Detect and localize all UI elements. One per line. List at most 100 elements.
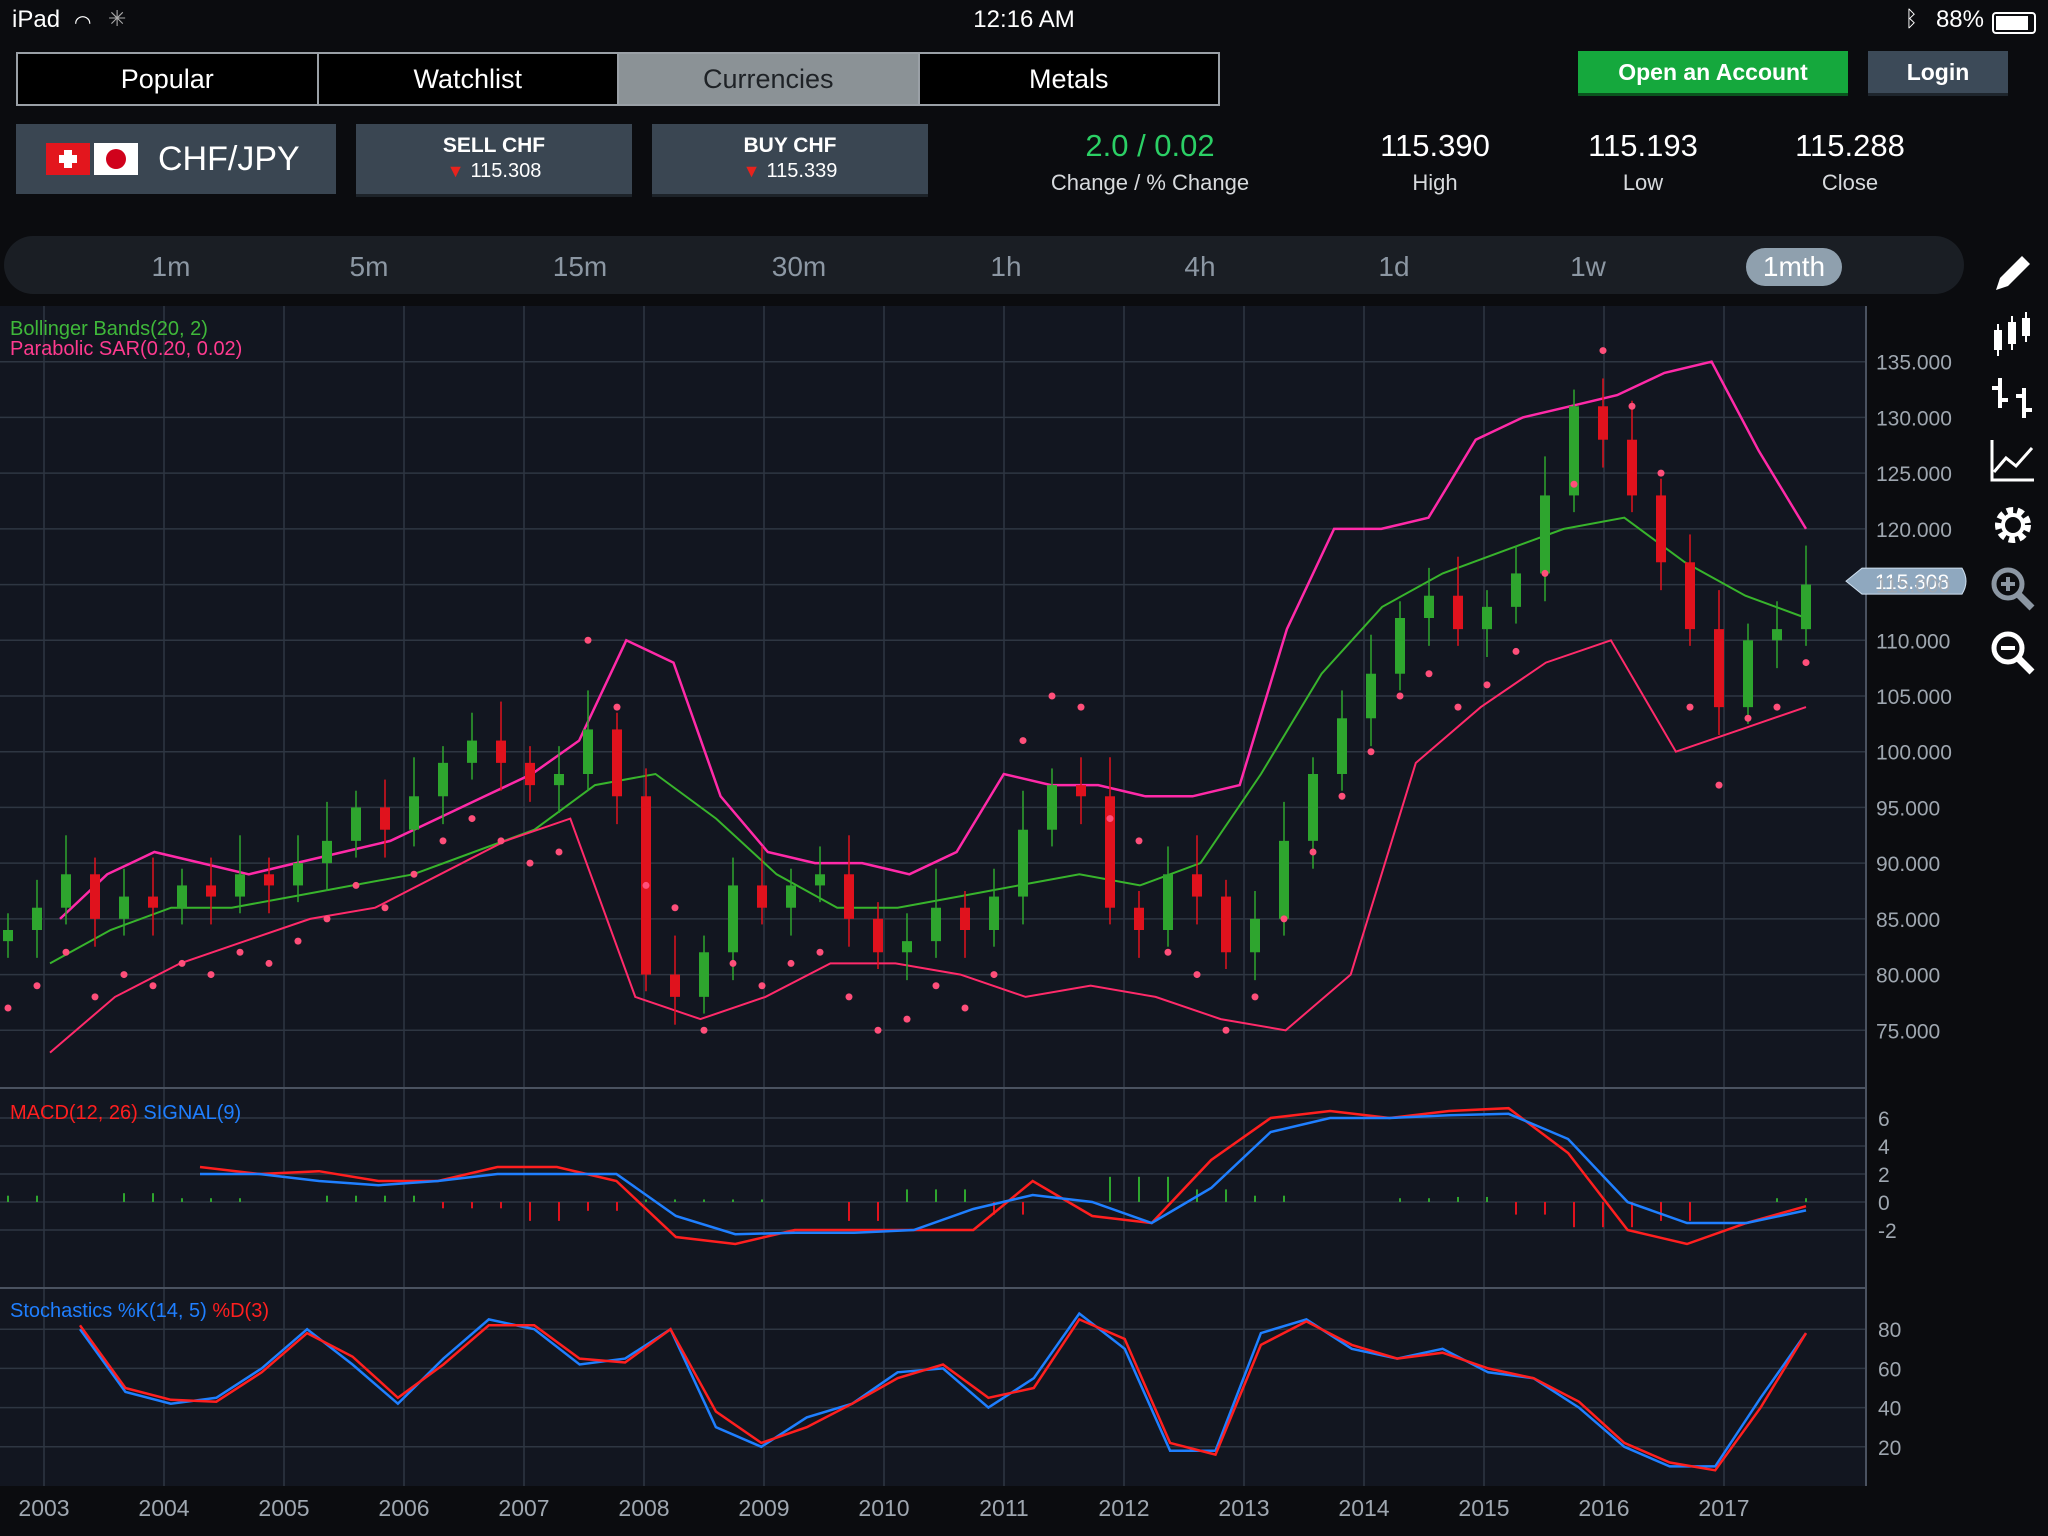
candle-body (873, 918, 883, 953)
chart-toolbar (1978, 236, 2048, 1536)
login-button[interactable]: Login (1868, 51, 2008, 96)
timeframe-1d[interactable]: 1d (1344, 248, 1444, 286)
tab-metals[interactable]: Metals (919, 54, 1218, 104)
sar-dot (1512, 647, 1520, 655)
candle-body (1772, 629, 1782, 641)
sar-dot (497, 837, 505, 845)
candle-body (1801, 584, 1811, 630)
settings-gear-icon[interactable] (1986, 498, 2040, 552)
candle-body (148, 896, 158, 908)
timeframe-1m[interactable]: 1m (126, 248, 216, 286)
candle-body (1163, 874, 1173, 930)
chart-grid (0, 306, 1867, 1486)
year-tick-label: 2007 (498, 1495, 549, 1521)
tab-popular[interactable]: Popular (18, 54, 319, 104)
open-account-button[interactable]: Open an Account (1578, 51, 1848, 96)
sar-dot (149, 982, 157, 990)
sar-dot (1222, 1026, 1230, 1034)
line-chart-icon[interactable] (1986, 434, 2040, 488)
sar-dot (1657, 469, 1665, 477)
ohlc-bars-icon[interactable] (1986, 372, 2040, 426)
pair-name: CHF/JPY (158, 139, 300, 178)
change-label: Change / % Change (1050, 170, 1250, 195)
sar-dot (1599, 347, 1607, 355)
buy-button[interactable]: BUY CHF ▼ 115.339 (652, 124, 928, 197)
timeframe-1mth[interactable]: 1mth (1746, 248, 1842, 286)
timeframe-15m[interactable]: 15m (530, 248, 630, 286)
candle-body (119, 896, 129, 919)
timeframe-1h[interactable]: 1h (956, 248, 1056, 286)
candle-body (1598, 406, 1608, 440)
close-label: Close (1821, 170, 1879, 195)
timeframe-30m[interactable]: 30m (744, 248, 854, 286)
sar-dot (961, 1004, 969, 1012)
zoom-in-icon[interactable] (1986, 562, 2040, 616)
candle-body (409, 796, 419, 830)
down-arrow-icon: ▼ (742, 161, 761, 181)
chart-background (0, 306, 1866, 1486)
low-value: 115.193 (1588, 128, 1698, 163)
price-tick-label: 75.000 (1876, 1020, 1940, 1043)
candle-body (1714, 629, 1724, 708)
sar-dot (33, 982, 41, 990)
candle-body (32, 907, 42, 930)
timeframe-bar: 1m 5m 15m 30m 1h 4h 1d 1w 1mth (4, 236, 1964, 294)
sar-dot (236, 948, 244, 956)
candle-body (61, 874, 71, 908)
sar-dot (613, 703, 621, 711)
macd-label: MACD(12, 26) (10, 1102, 138, 1124)
candle-body (1656, 495, 1666, 563)
year-tick-label: 2003 (18, 1495, 69, 1521)
bluetooth-icon: ᛒ (1904, 6, 1918, 31)
candle-body (3, 930, 13, 942)
price-tick-label: 80.000 (1876, 965, 1940, 988)
candle-body (902, 941, 912, 953)
year-tick-label: 2005 (258, 1495, 309, 1521)
candle-body (322, 840, 332, 864)
sar-dot (265, 959, 273, 967)
sar-dot (1570, 480, 1578, 488)
sar-dot (1744, 714, 1752, 722)
year-tick-label: 2017 (1698, 1495, 1749, 1521)
year-tick-label: 2009 (738, 1495, 789, 1521)
year-tick-label: 2006 (378, 1495, 429, 1521)
sar-dot (1309, 848, 1317, 856)
year-tick-label: 2012 (1098, 1495, 1149, 1521)
instrument-selector[interactable]: CHF/JPY (16, 124, 336, 194)
candlestick-icon[interactable] (1986, 308, 2040, 362)
tab-currencies[interactable]: Currencies (619, 54, 920, 104)
candle-body (1279, 840, 1289, 919)
sar-dot (468, 815, 476, 823)
sar-dot (845, 993, 853, 1001)
price-tick-label: 130.000 (1876, 407, 1952, 430)
price-chart[interactable]: 115.308135.000130.000125.000120.000115.0… (0, 306, 1978, 1536)
candle-body (612, 729, 622, 797)
zoom-out-icon[interactable] (1986, 626, 2040, 680)
sar-dot (526, 859, 534, 867)
sell-button[interactable]: SELL CHF ▼ 115.308 (356, 124, 632, 197)
timeframe-1w[interactable]: 1w (1538, 248, 1638, 286)
sar-dot (758, 982, 766, 990)
pencil-icon[interactable] (1986, 246, 2040, 300)
candle-body (467, 740, 477, 763)
status-bar: iPad ◠ ✳ 12:16 AM ᛒ 88% (0, 0, 2048, 40)
sar-dot (1251, 993, 1259, 1001)
candle-body (699, 952, 709, 997)
price-tick-label: 105.000 (1876, 686, 1952, 709)
price-tick-label: 135.000 (1876, 352, 1952, 375)
tab-watchlist[interactable]: Watchlist (318, 54, 619, 104)
close-stat: 115.288 Close (1770, 128, 1930, 196)
sar-dot (1048, 692, 1056, 700)
stoch-tick-label: 40 (1878, 1398, 1901, 1421)
timeframe-5m[interactable]: 5m (324, 248, 414, 286)
price-tick-label: 95.000 (1876, 797, 1940, 820)
sar-dot (1686, 703, 1694, 711)
timeframe-4h[interactable]: 4h (1150, 248, 1250, 286)
candle-body (1511, 573, 1521, 607)
sar-dot (1164, 948, 1172, 956)
sar-dot (874, 1026, 882, 1034)
candle-body (1018, 829, 1028, 897)
close-value: 115.288 (1795, 128, 1905, 163)
sell-price: 115.308 (470, 160, 542, 182)
price-tick-label: 125.000 (1876, 463, 1952, 486)
